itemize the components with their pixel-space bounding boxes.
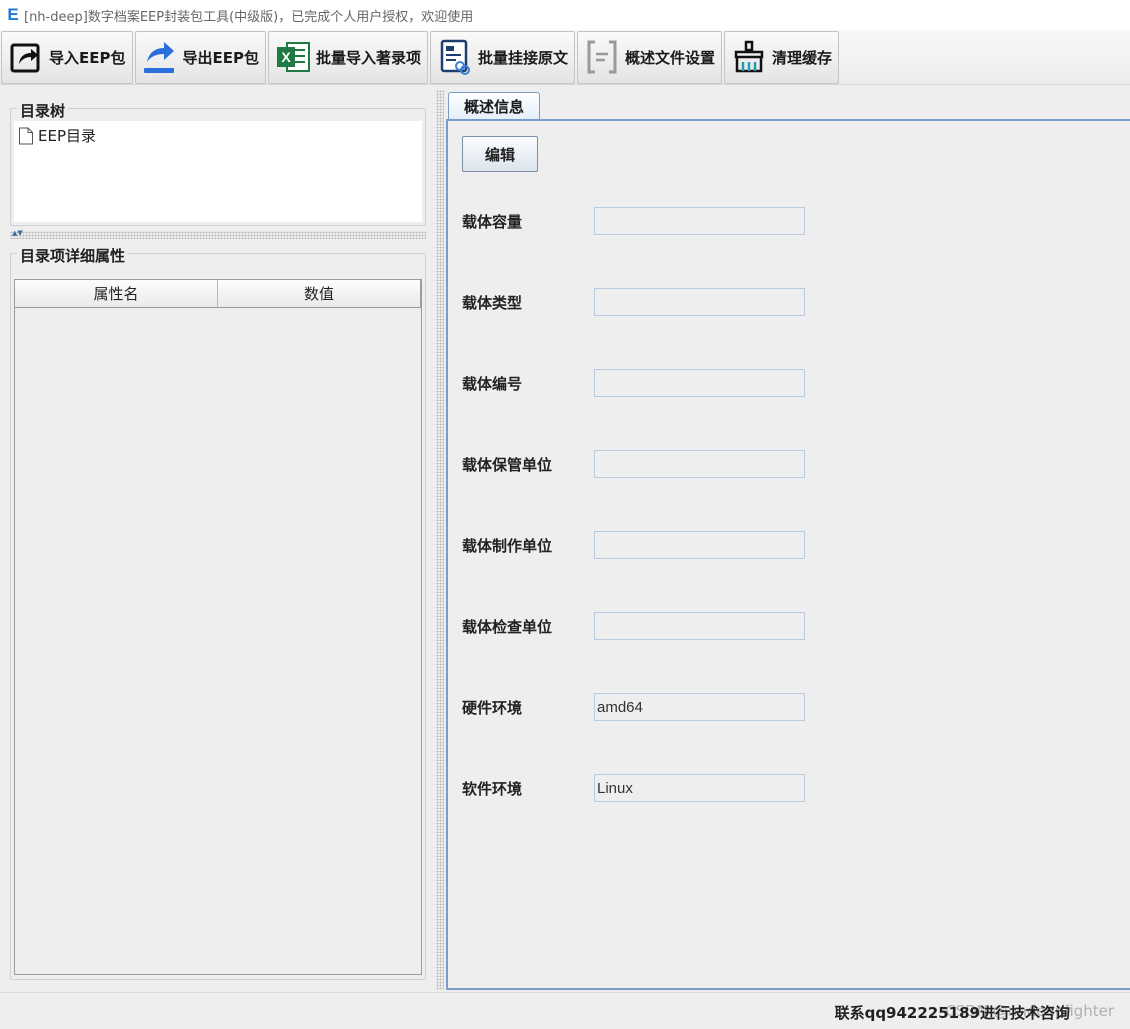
export-eep-button[interactable]: 导出EEP包 (134, 30, 266, 84)
column-header-value[interactable]: 数值 (218, 280, 421, 307)
left-panel: 目录树 EEP目录 ▲▼ 目录项详细属性 属性名 数值 (0, 90, 436, 990)
carrier-number-label: 载体编号 (462, 374, 523, 393)
software-env-label: 软件环境 (462, 779, 523, 798)
hardware-env-field[interactable] (594, 693, 805, 721)
software-env-field[interactable] (594, 774, 805, 802)
batch-import-entries-label: 批量导入著录项 (316, 48, 422, 67)
carrier-number-field[interactable] (594, 369, 805, 397)
toolbar: 导入EEP包 导出EEP包 X 批量导入著录项 批量挂接原文 概述文件设置 清理… (0, 30, 1130, 85)
form-row-carrier-custodian: 载体保管单位 (462, 450, 805, 478)
form-row-carrier-producer: 载体制作单位 (462, 531, 805, 559)
overview-file-settings-label: 概述文件设置 (625, 48, 716, 67)
item-properties-group: 目录项详细属性 属性名 数值 (10, 245, 426, 980)
export-arrow-icon (141, 38, 179, 76)
svg-text:X: X (281, 49, 291, 65)
carrier-capacity-label: 载体容量 (462, 212, 523, 231)
carrier-capacity-field[interactable] (594, 207, 805, 235)
file-icon (19, 127, 33, 144)
overview-file-settings-button[interactable]: 概述文件设置 (577, 30, 723, 84)
carrier-producer-label: 载体制作单位 (462, 536, 553, 555)
directory-tree-title: 目录树 (17, 100, 69, 121)
bracket-doc-icon (583, 38, 621, 76)
carrier-custodian-field[interactable] (594, 450, 805, 478)
window-title: [nh-deep]数字档案EEP封装包工具(中级版)，已完成个人用户授权，欢迎使… (24, 9, 474, 25)
hardware-env-label: 硬件环境 (462, 698, 523, 717)
splitter-arrows-icon[interactable]: ▲▼ (12, 229, 23, 237)
clear-cache-label: 清理缓存 (772, 48, 833, 67)
carrier-inspector-field[interactable] (594, 612, 805, 640)
export-eep-label: 导出EEP包 (182, 48, 260, 67)
status-bar: CSDN @nhdeepfighter 联系qq942225189进行技术咨询 (0, 992, 1130, 1029)
batch-import-entries-button[interactable]: X 批量导入著录项 (268, 30, 429, 84)
clear-cache-button[interactable]: 清理缓存 (724, 30, 840, 84)
carrier-producer-field[interactable] (594, 531, 805, 559)
form-row-hardware-env: 硬件环境 (462, 693, 805, 721)
item-properties-title: 目录项详细属性 (17, 245, 129, 266)
table-header: 属性名 数值 (15, 280, 421, 308)
tree-node-label: EEP目录 (38, 127, 97, 145)
import-arrow-icon (7, 38, 45, 76)
carrier-type-label: 载体类型 (462, 293, 523, 312)
directory-tree-group: 目录树 EEP目录 (10, 100, 426, 226)
edit-button[interactable]: 编辑 (462, 136, 538, 172)
column-header-attribute-name[interactable]: 属性名 (15, 280, 218, 307)
horizontal-splitter[interactable] (10, 231, 426, 239)
form-row-carrier-capacity: 载体容量 (462, 207, 805, 235)
form-row-carrier-number: 载体编号 (462, 369, 805, 397)
carrier-type-field[interactable] (594, 288, 805, 316)
carrier-inspector-label: 载体检查单位 (462, 617, 553, 636)
app-logo-icon: E (7, 5, 19, 24)
form-row-carrier-type: 载体类型 (462, 288, 805, 316)
import-eep-label: 导入EEP包 (49, 48, 126, 67)
tab-overview-info[interactable]: 概述信息 (448, 92, 540, 120)
directory-tree[interactable]: EEP目录 (14, 121, 422, 222)
broom-icon (730, 38, 768, 76)
form-row-software-env: 软件环境 (462, 774, 805, 802)
excel-icon: X (274, 38, 312, 76)
carrier-custodian-label: 载体保管单位 (462, 455, 553, 474)
overview-form: 编辑 载体容量 载体类型 载体编号 载体保管单位 载体制作单位 载体检查单位 硬… (446, 121, 1130, 990)
properties-table[interactable]: 属性名 数值 (14, 279, 422, 975)
status-text: 联系qq942225189进行技术咨询 (834, 1004, 1070, 1022)
vertical-splitter[interactable] (436, 90, 444, 990)
document-link-icon (436, 38, 474, 76)
title-bar: E [nh-deep]数字档案EEP封装包工具(中级版)，已完成个人用户授权，欢… (0, 0, 1130, 30)
right-panel: 概述信息 编辑 载体容量 载体类型 载体编号 载体保管单位 载体制作单位 载体检… (446, 90, 1130, 990)
import-eep-button[interactable]: 导入EEP包 (1, 30, 133, 84)
batch-attach-original-label: 批量挂接原文 (478, 48, 569, 67)
form-row-carrier-inspector: 载体检查单位 (462, 612, 805, 640)
tree-node-eep-directory[interactable]: EEP目录 (14, 121, 422, 146)
batch-attach-original-button[interactable]: 批量挂接原文 (430, 30, 576, 84)
